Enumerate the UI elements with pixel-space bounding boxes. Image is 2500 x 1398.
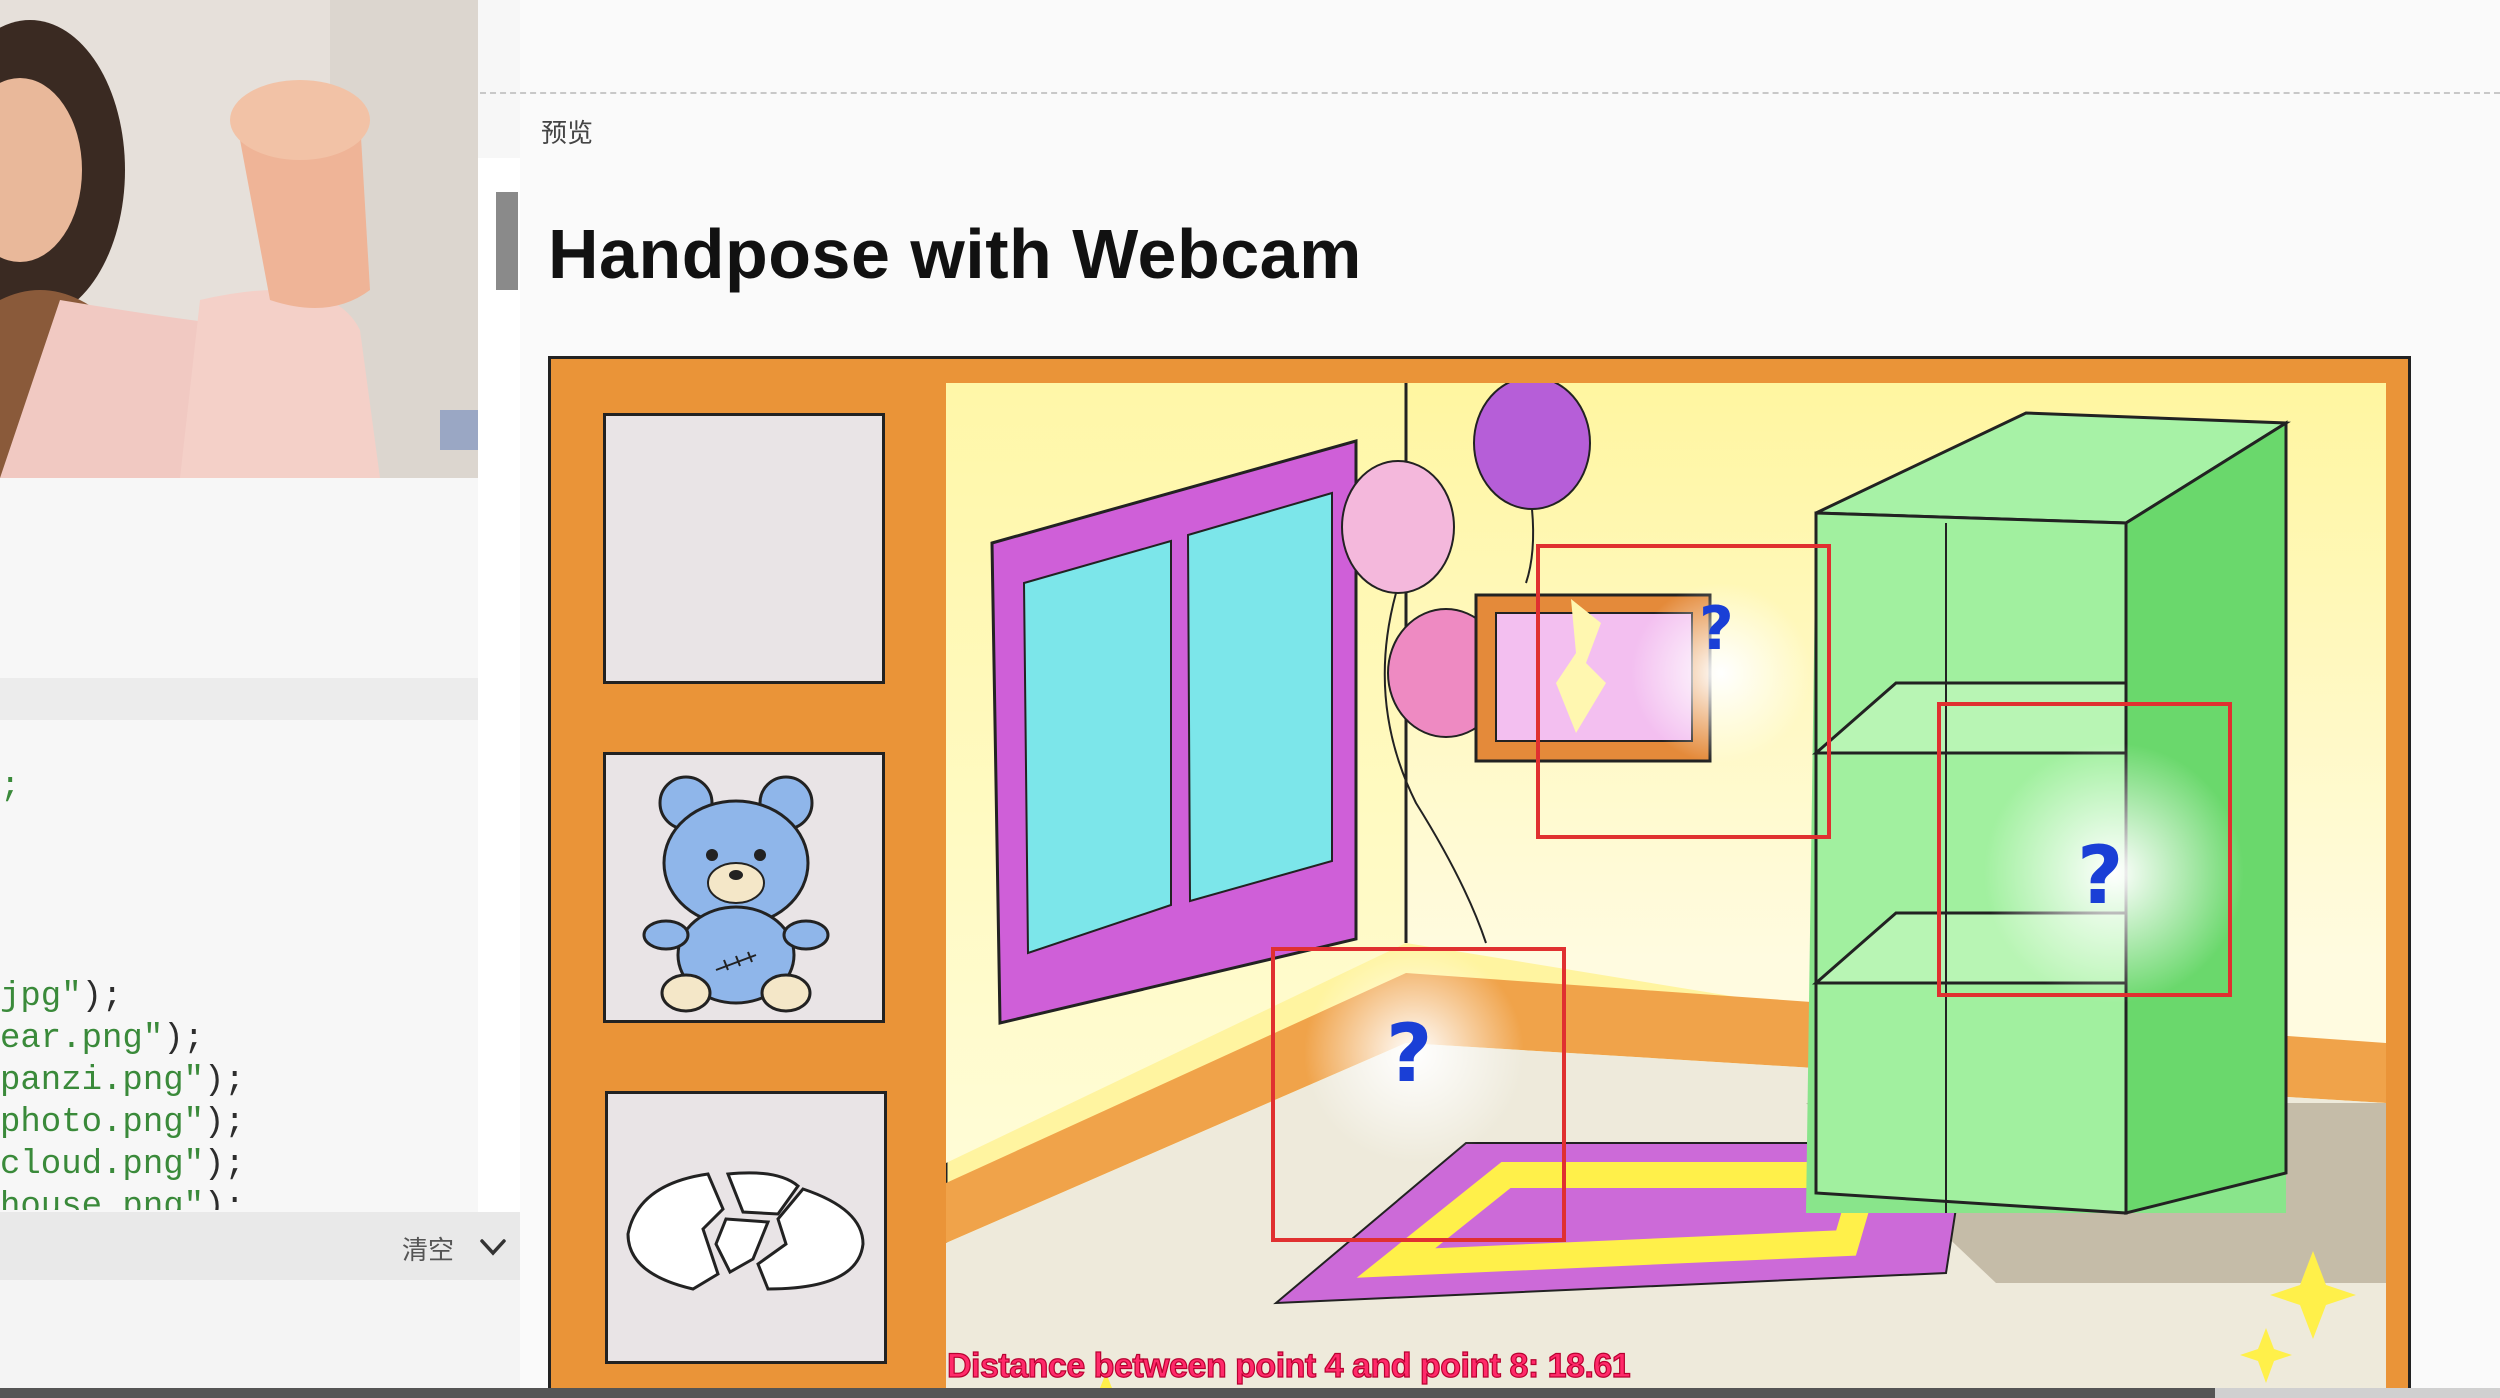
console-clear-button[interactable]: 清空 [402, 1230, 454, 1267]
editor-scrollbar-thumb[interactable] [496, 192, 518, 290]
code-line: jpg"); [0, 978, 123, 1016]
webcam-person-image [0, 0, 478, 478]
page-title: Handpose with Webcam [548, 215, 1362, 293]
question-mark-shelf: ? [2077, 829, 2124, 922]
code-line: house.png"); [0, 1188, 245, 1210]
chevron-down-icon[interactable] [478, 1232, 508, 1262]
code-line: cloud.png"); [0, 1146, 245, 1184]
distance-readout: Distance between point 4 and point 8: 18… [946, 1346, 1631, 1385]
inventory-slot-teddy-bear[interactable] [603, 752, 885, 1023]
horizontal-scrollbar-thumb[interactable] [0, 1388, 2215, 1398]
game-canvas[interactable]: ? ? ? Distance between point 4 and point… [548, 356, 2411, 1398]
code-line: panzi.png"); [0, 1062, 245, 1100]
question-mark-picture: ? [1699, 594, 1734, 664]
preview-label: 预览 [541, 118, 594, 148]
broken-plate-icon [626, 1171, 865, 1291]
code-line: ear.png"); [0, 1020, 205, 1058]
console-output [0, 1280, 520, 1398]
code-line: ; [0, 768, 21, 806]
hint-box-picture [1536, 544, 1831, 839]
inventory-slot-empty[interactable] [603, 413, 885, 684]
inventory-slot-broken-plate[interactable] [605, 1091, 887, 1364]
divider [480, 92, 2500, 94]
webcam-feed [0, 0, 478, 478]
code-line: photo.png"); [0, 1104, 245, 1142]
teddy-bear-icon [642, 775, 830, 1013]
question-mark-floor: ? [1386, 1007, 1433, 1100]
editor-scrollbar-track[interactable] [478, 158, 520, 1218]
